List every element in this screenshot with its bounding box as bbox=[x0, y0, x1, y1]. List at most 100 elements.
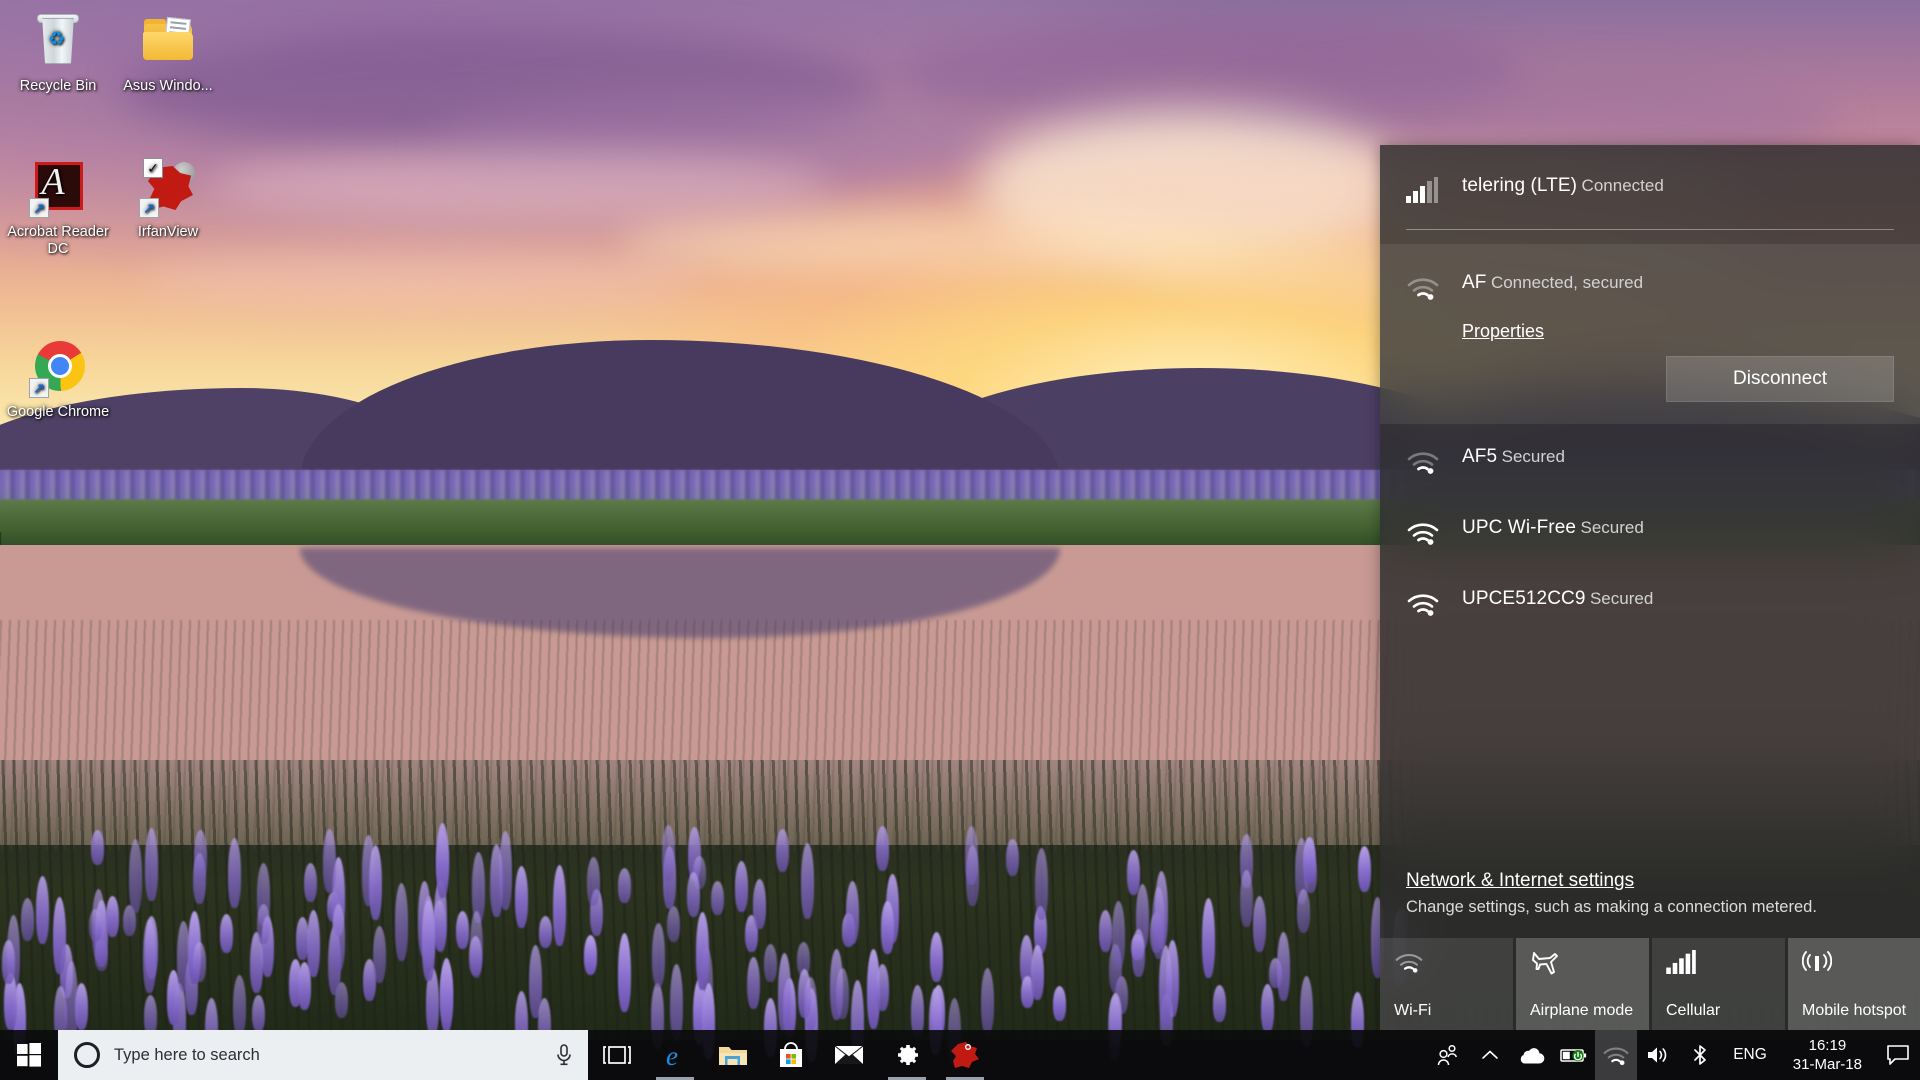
wifi-icon bbox=[1406, 586, 1444, 617]
action-center-button[interactable] bbox=[1876, 1030, 1920, 1080]
network-status: Secured bbox=[1590, 589, 1653, 608]
taskbar-app-task-view[interactable] bbox=[588, 1030, 646, 1080]
desktop-icon-google-chrome[interactable]: Google Chrome bbox=[4, 338, 112, 421]
system-tray: ENG 16:19 31-Mar-18 bbox=[1427, 1030, 1920, 1080]
quick-tile-label: Airplane mode bbox=[1530, 1002, 1637, 1020]
notification-icon bbox=[1886, 1044, 1910, 1066]
acrobat-reader-icon: A bbox=[29, 158, 87, 218]
start-button[interactable] bbox=[0, 1030, 58, 1080]
tray-bluetooth-icon[interactable] bbox=[1679, 1030, 1721, 1080]
desktop-icon-label: Acrobat Reader DC bbox=[4, 224, 112, 258]
file-explorer-icon bbox=[718, 1042, 748, 1068]
quick-tile-airplane-mode[interactable]: Airplane mode bbox=[1516, 938, 1649, 1030]
search-box[interactable]: Type here to search bbox=[58, 1030, 588, 1080]
clock-date: 31-Mar-18 bbox=[1793, 1055, 1862, 1074]
gear-icon bbox=[893, 1041, 921, 1069]
cellular-signal-icon bbox=[1666, 950, 1773, 982]
edge-icon: e bbox=[660, 1040, 690, 1070]
desktop-icon-acrobat-reader[interactable]: A Acrobat Reader DC bbox=[4, 158, 112, 258]
network-name: telering (LTE) bbox=[1462, 175, 1577, 196]
language-indicator[interactable]: ENG bbox=[1721, 1046, 1779, 1064]
desktop-icon-label: Recycle Bin bbox=[4, 78, 112, 95]
network-flyout-panel: telering (LTE) Connected AF Connecte bbox=[1380, 145, 1920, 1030]
network-connected-block: AF Connected, secured Properties Disconn… bbox=[1380, 244, 1920, 424]
bluetooth-icon bbox=[1689, 1043, 1711, 1067]
network-item-af5[interactable]: AF5 Secured bbox=[1380, 424, 1920, 495]
network-item-cellular[interactable]: telering (LTE) Connected bbox=[1380, 145, 1920, 213]
shortcut-overlay-icon bbox=[139, 198, 159, 218]
wifi-icon bbox=[1406, 444, 1444, 475]
svg-text:e: e bbox=[666, 1041, 678, 1070]
tray-onedrive-icon[interactable] bbox=[1511, 1030, 1553, 1080]
desktop-screen: ♻ Recycle Bin Asus Windo... A Acrobat Re… bbox=[0, 0, 1920, 1080]
irfanview-icon: ✓ bbox=[139, 158, 197, 218]
disconnect-button[interactable]: Disconnect bbox=[1666, 356, 1894, 402]
taskbar-clock[interactable]: 16:19 31-Mar-18 bbox=[1779, 1036, 1876, 1074]
wifi-icon bbox=[1406, 270, 1444, 301]
network-item-upc-wi-free[interactable]: UPC Wi-Free Secured bbox=[1380, 495, 1920, 566]
quick-action-tiles: Wi-Fi Airplane mode bbox=[1380, 938, 1920, 1030]
network-status: Connected, secured bbox=[1491, 273, 1643, 292]
quick-tile-cellular[interactable]: Cellular bbox=[1652, 938, 1785, 1030]
network-item-upce512cc9[interactable]: UPCE512CC9 Secured bbox=[1380, 566, 1920, 637]
desktop-icon-label: Google Chrome bbox=[4, 404, 112, 421]
wifi-icon bbox=[1394, 950, 1501, 982]
chevron-up-icon bbox=[1481, 1048, 1499, 1062]
taskbar-app-file-explorer[interactable] bbox=[704, 1030, 762, 1080]
task-view-icon bbox=[603, 1044, 631, 1066]
search-input[interactable]: Type here to search bbox=[114, 1046, 540, 1065]
airplane-icon bbox=[1530, 950, 1637, 982]
network-name: UPC Wi-Free bbox=[1462, 517, 1576, 538]
taskbar-app-mail[interactable] bbox=[820, 1030, 878, 1080]
wifi-icon bbox=[1406, 515, 1444, 546]
chrome-icon bbox=[29, 338, 87, 398]
battery-icon bbox=[1560, 1046, 1588, 1064]
taskbar-app-microsoft-edge[interactable]: e bbox=[646, 1030, 704, 1080]
tray-show-hidden-icons[interactable] bbox=[1469, 1030, 1511, 1080]
cloud-icon bbox=[1519, 1046, 1545, 1064]
network-name: AF bbox=[1462, 272, 1486, 293]
desktop-icon-asus-windows-folder[interactable]: Asus Windo... bbox=[114, 12, 222, 95]
shortcut-overlay-icon bbox=[29, 198, 49, 218]
network-status: Secured bbox=[1502, 447, 1565, 466]
taskbar-app-microsoft-store[interactable] bbox=[762, 1030, 820, 1080]
quick-tile-label: Cellular bbox=[1666, 1002, 1773, 1020]
desktop-icon-recycle-bin[interactable]: ♻ Recycle Bin bbox=[4, 12, 112, 95]
cortana-circle-icon bbox=[74, 1042, 100, 1068]
network-item-af[interactable]: AF Connected, secured bbox=[1380, 270, 1920, 301]
flyout-settings-block: Network & Internet settings Change setti… bbox=[1380, 870, 1920, 918]
desktop-icon-label: IrfanView bbox=[114, 224, 222, 241]
taskbar-app-settings[interactable] bbox=[878, 1030, 936, 1080]
quick-tile-wifi[interactable]: Wi-Fi bbox=[1380, 938, 1513, 1030]
network-name: AF5 bbox=[1462, 446, 1497, 467]
clock-time: 16:19 bbox=[1793, 1036, 1862, 1055]
cellular-signal-icon bbox=[1406, 173, 1444, 203]
network-internet-settings-link[interactable]: Network & Internet settings bbox=[1406, 870, 1634, 892]
desktop-icon-label: Asus Windo... bbox=[114, 78, 222, 95]
tray-network-icon[interactable] bbox=[1595, 1030, 1637, 1080]
network-status: Connected bbox=[1582, 176, 1664, 195]
taskbar-app-irfanview[interactable] bbox=[936, 1030, 994, 1080]
folder-icon bbox=[139, 12, 197, 72]
tray-people-icon[interactable] bbox=[1427, 1030, 1469, 1080]
settings-description: Change settings, such as making a connec… bbox=[1406, 896, 1894, 918]
windows-logo-icon bbox=[17, 1043, 41, 1067]
desktop-icon-irfanview[interactable]: ✓ IrfanView bbox=[114, 158, 222, 241]
tray-battery-icon[interactable] bbox=[1553, 1030, 1595, 1080]
microphone-icon[interactable] bbox=[554, 1043, 574, 1067]
mail-icon bbox=[834, 1043, 864, 1067]
network-name: UPCE512CC9 bbox=[1462, 588, 1586, 609]
speaker-icon bbox=[1645, 1044, 1671, 1066]
quick-tile-mobile-hotspot[interactable]: Mobile hotspot bbox=[1788, 938, 1920, 1030]
flyout-divider bbox=[1406, 229, 1894, 230]
properties-link[interactable]: Properties bbox=[1462, 321, 1544, 342]
quick-tile-label: Wi-Fi bbox=[1394, 1002, 1501, 1020]
recycle-bin-icon: ♻ bbox=[29, 12, 87, 72]
taskbar: Type here to search bbox=[0, 1030, 1920, 1080]
tray-volume-icon[interactable] bbox=[1637, 1030, 1679, 1080]
irfanview-icon bbox=[951, 1042, 979, 1068]
people-icon bbox=[1436, 1044, 1460, 1066]
hotspot-icon bbox=[1802, 950, 1909, 982]
wifi-icon bbox=[1602, 1044, 1630, 1066]
shortcut-overlay-icon bbox=[29, 378, 49, 398]
